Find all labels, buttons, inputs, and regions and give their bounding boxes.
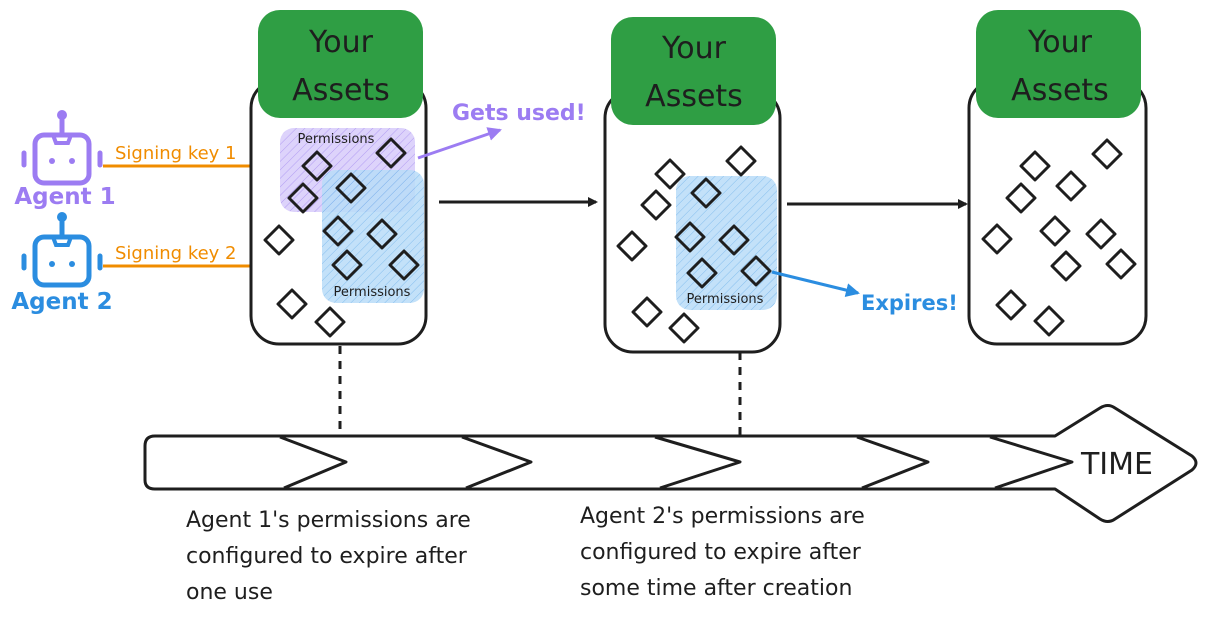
agent-2-label: Agent 2 [11,289,112,315]
timeline-label: TIME [1080,447,1153,482]
expires-label: Expires! [861,291,958,315]
agent-1: Agent 1 [14,110,116,210]
jar-title-line1: Your [661,31,727,66]
signing-key-2-label: Signing key 2 [115,243,237,264]
agent-1-label: Agent 1 [14,184,115,210]
jar-title-line2: Assets [645,79,743,114]
asset-jar-1: Permissions Permissions Your Assets [249,10,428,346]
jar-title-line1: Your [308,25,374,60]
jar-body [967,78,1148,346]
jar-title-line2: Assets [1011,73,1109,108]
robot-icon [21,212,103,288]
robot-icon [21,110,103,186]
permissions-label-agent-1: Permissions [298,132,375,147]
jar-title-line1: Your [1027,25,1093,60]
agent-2: Agent 2 [11,212,113,315]
permission-zone-agent-2 [676,176,777,310]
gets-used-label: Gets used! [452,101,586,126]
expires-arrow [771,270,860,297]
permissions-label-agent-2: Permissions [687,292,764,307]
caption-agent-2: Agent 2's permissions are configured to … [580,504,865,601]
gets-used-arrow [417,127,502,160]
asset-jar-3: Your Assets [967,10,1148,346]
jar-title-line2: Assets [292,73,390,108]
caption-agent-1: Agent 1's permissions are configured to … [186,508,471,605]
permissions-label-agent-2: Permissions [334,285,411,300]
signing-key-1-label: Signing key 1 [115,143,237,164]
asset-jar-2: Permissions Your Assets [603,17,782,354]
